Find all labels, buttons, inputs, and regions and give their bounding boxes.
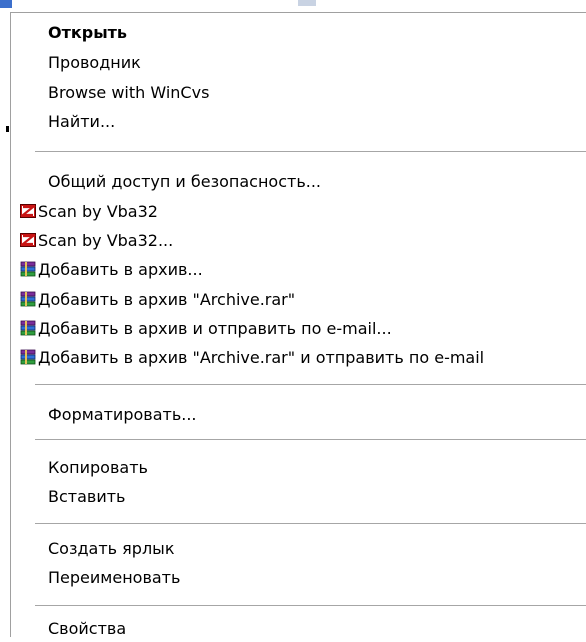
menu-item-paste-label: Вставить xyxy=(48,487,126,506)
winrar-icon xyxy=(20,349,36,365)
menu-item-explorer-label: Проводник xyxy=(48,53,141,72)
menu-item-scan-vba32[interactable]: Scan by Vba32 xyxy=(11,198,586,225)
menu-item-format[interactable]: Форматировать... xyxy=(11,401,586,428)
menu-item-find[interactable]: Найти... xyxy=(11,108,586,135)
menu-item-archive-rar-and-email[interactable]: Добавить в архив "Archive.rar" и отправи… xyxy=(11,344,586,371)
menu-item-properties[interactable]: Свойства xyxy=(11,615,586,642)
menu-item-create-shortcut-label: Создать ярлык xyxy=(48,539,175,558)
winrar-icon xyxy=(20,320,36,336)
menu-item-add-to-archive-rar[interactable]: Добавить в архив "Archive.rar" xyxy=(11,286,586,313)
desktop-background xyxy=(0,0,586,12)
menu-item-browse-wincvs[interactable]: Browse with WinCvs xyxy=(11,79,586,106)
menu-item-open-label: Открыть xyxy=(48,23,128,42)
vba32-icon xyxy=(20,233,36,247)
menu-item-archive-and-email-label: Добавить в архив и отправить по e-mail..… xyxy=(38,319,392,338)
menu-item-browse-wincvs-label: Browse with WinCvs xyxy=(48,83,210,102)
selected-drive-highlight xyxy=(0,0,12,8)
winrar-icon xyxy=(20,291,36,307)
menu-item-copy-label: Копировать xyxy=(48,458,148,477)
menu-separator xyxy=(35,605,586,607)
menu-item-create-shortcut[interactable]: Создать ярлык xyxy=(11,535,586,562)
menu-item-format-label: Форматировать... xyxy=(48,405,197,424)
menu-separator xyxy=(35,523,586,525)
menu-item-find-label: Найти... xyxy=(48,112,116,131)
menu-item-explorer[interactable]: Проводник xyxy=(11,49,586,76)
menu-item-rename[interactable]: Переименовать xyxy=(11,564,586,591)
menu-separator xyxy=(35,384,586,386)
menu-item-scan-vba32-label: Scan by Vba32 xyxy=(38,202,158,221)
desktop-fragment xyxy=(298,0,316,6)
menu-item-add-to-archive-rar-label: Добавить в архив "Archive.rar" xyxy=(38,290,296,309)
context-menu: Открыть Проводник Browse with WinCvs Най… xyxy=(10,12,586,638)
winrar-icon xyxy=(20,261,36,277)
menu-item-sharing-security[interactable]: Общий доступ и безопасность... xyxy=(11,168,586,195)
menu-item-sharing-security-label: Общий доступ и безопасность... xyxy=(48,172,322,191)
menu-item-scan-vba32-dialog-label: Scan by Vba32... xyxy=(38,231,174,250)
menu-item-copy[interactable]: Копировать xyxy=(11,454,586,481)
menu-item-archive-and-email[interactable]: Добавить в архив и отправить по e-mail..… xyxy=(11,315,586,342)
desktop-fragment-tick xyxy=(6,126,9,132)
menu-item-open[interactable]: Открыть xyxy=(11,19,586,46)
vba32-icon xyxy=(20,204,36,218)
menu-item-add-to-archive-label: Добавить в архив... xyxy=(38,260,203,279)
menu-item-add-to-archive[interactable]: Добавить в архив... xyxy=(11,256,586,283)
menu-item-rename-label: Переименовать xyxy=(48,568,181,587)
menu-separator xyxy=(35,151,586,153)
menu-separator xyxy=(35,439,586,441)
menu-item-archive-rar-and-email-label: Добавить в архив "Archive.rar" и отправи… xyxy=(38,348,485,367)
menu-item-paste[interactable]: Вставить xyxy=(11,483,586,510)
menu-item-scan-vba32-dialog[interactable]: Scan by Vba32... xyxy=(11,227,586,254)
menu-item-properties-label: Свойства xyxy=(48,619,127,638)
